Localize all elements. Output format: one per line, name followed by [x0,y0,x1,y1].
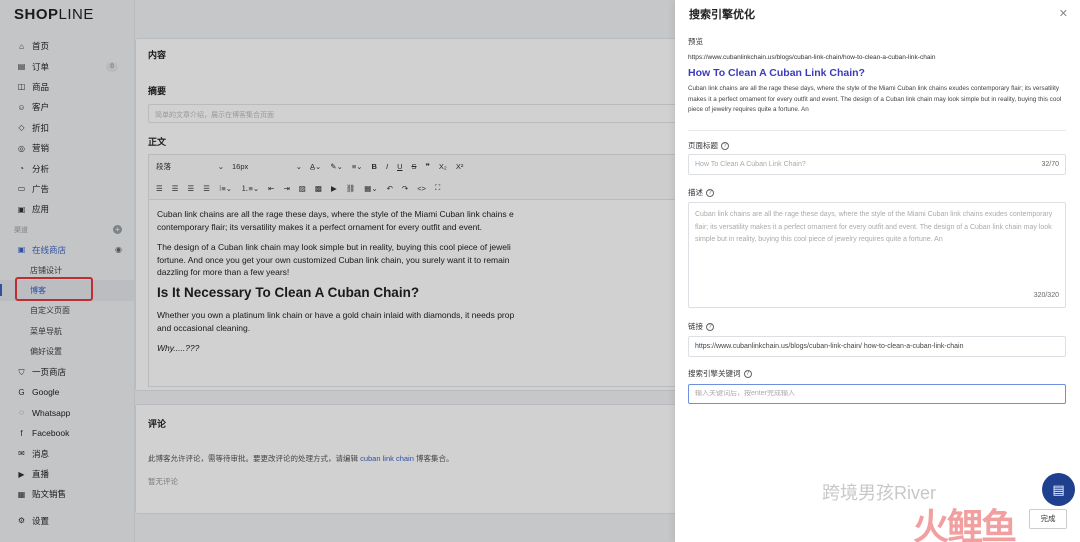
drawer-title: 搜索引擎优化 [689,9,755,21]
link-label: 链接? [688,321,714,332]
description-counter: 320/320 [1033,291,1059,299]
seo-drawer: 搜索引擎优化 ✕ 预览 https://www.cubanlinkchain.u… [675,0,1080,542]
watermark-logo: 火鲤鱼 [913,506,1017,542]
keywords-field[interactable] [688,384,1066,404]
description-label: 描述? [688,187,714,198]
page-title-label-text: 页面标题 [688,141,718,150]
preview-url: https://www.cubanlinkchain.us/blogs/cuba… [688,54,936,61]
keywords-input[interactable] [695,390,1059,397]
description-field[interactable]: Cuban link chains are all the rage these… [688,202,1066,308]
page-title-label: 页面标题? [688,140,729,151]
description-label-text: 描述 [688,188,703,197]
done-button[interactable]: 完成 [1029,509,1067,529]
description-value: Cuban link chains are all the rage these… [695,211,1053,243]
keywords-label-text: 搜索引擎关键词 [688,369,741,378]
page-title-value: How To Clean A Cuban Link Chain? [695,161,806,168]
link-label-text: 链接 [688,322,703,331]
divider [688,130,1066,131]
chat-icon[interactable]: ▤ [1042,473,1075,506]
preview-title: How To Clean A Cuban Link Chain? [688,67,865,79]
modal-overlay[interactable] [0,0,675,542]
keywords-label: 搜索引擎关键词? [688,368,752,379]
help-icon[interactable]: ? [743,369,752,378]
page-title-field[interactable]: How To Clean A Cuban Link Chain? 32/70 [688,154,1066,175]
page-title-counter: 32/70 [1041,161,1059,168]
help-icon[interactable]: ? [721,141,729,150]
preview-label: 预览 [688,37,703,46]
help-icon[interactable]: ? [706,188,714,197]
preview-description: Cuban link chains are all the rage these… [688,85,1062,113]
link-field[interactable]: https://www.cubanlinkchain.us/blogs/cuba… [688,336,1066,357]
help-icon[interactable]: ? [706,322,714,331]
close-icon[interactable]: ✕ [1059,7,1068,20]
